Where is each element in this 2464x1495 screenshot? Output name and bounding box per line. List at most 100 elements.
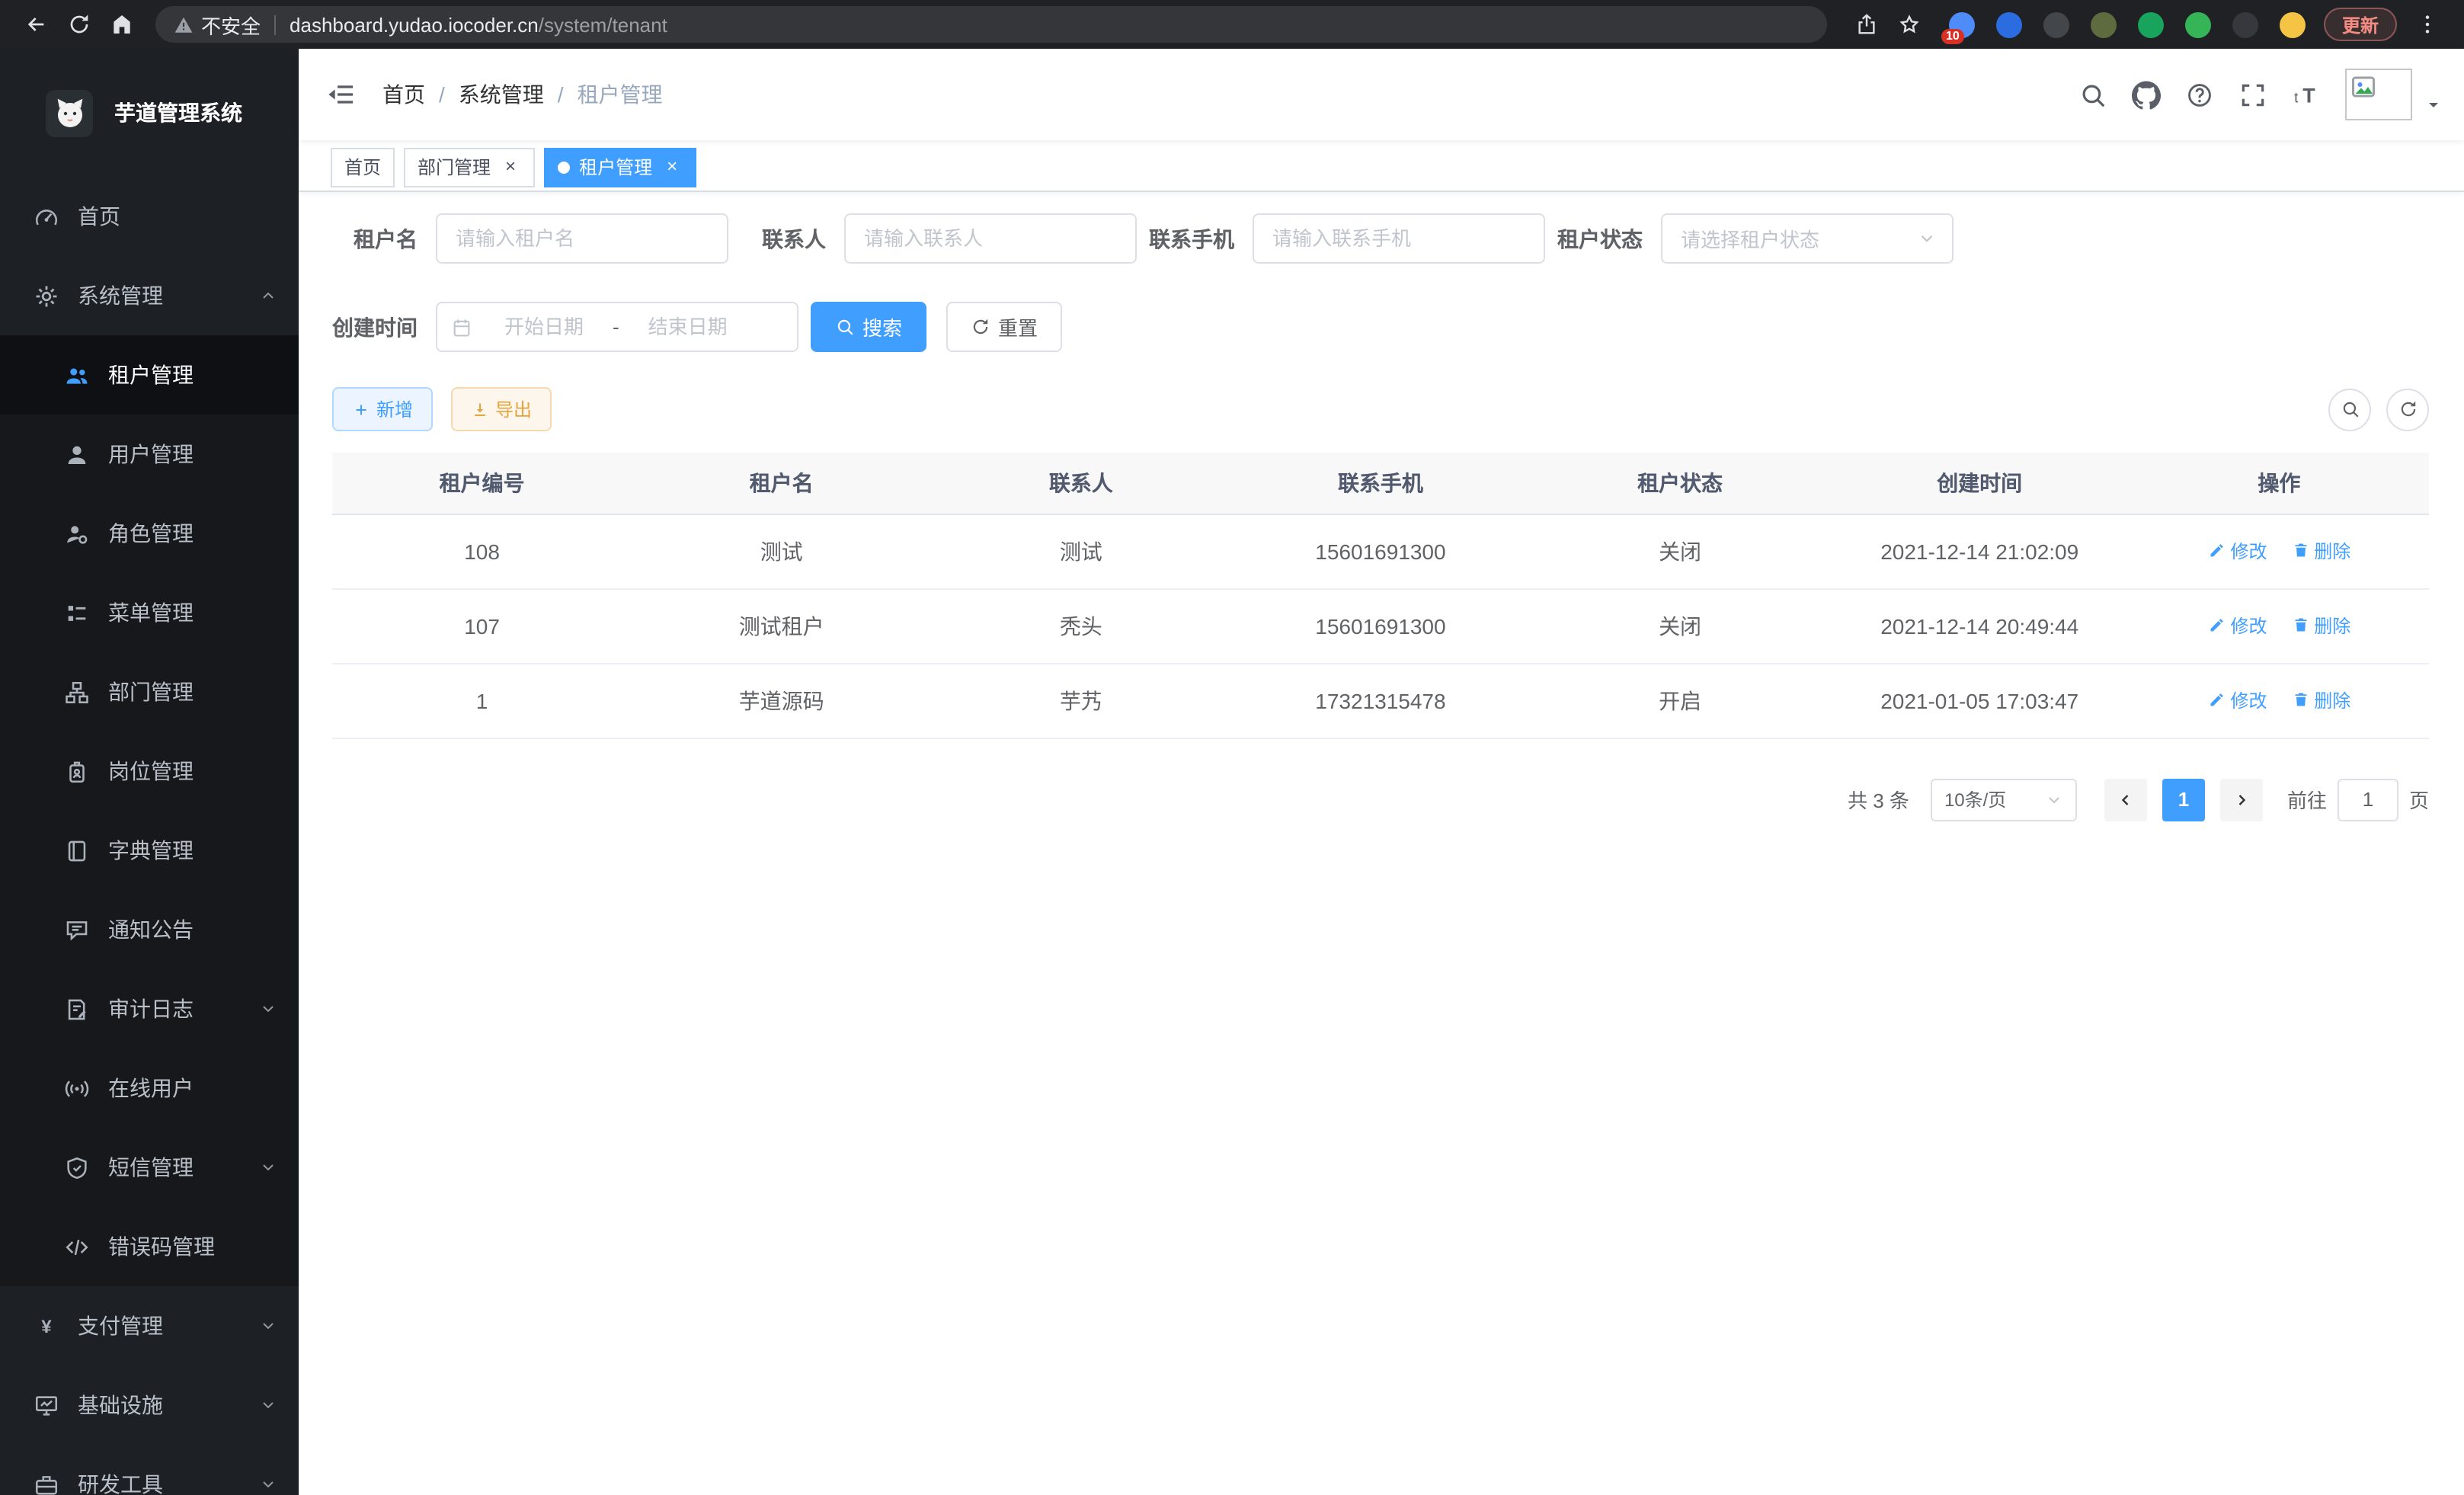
browser-reload-button[interactable] <box>58 3 101 46</box>
contact-phone-label: 联系手机 <box>1149 223 1253 254</box>
tenant-name-label: 租户名 <box>332 223 436 254</box>
cell-tenant-id: 108 <box>332 514 632 588</box>
contact-phone-input[interactable] <box>1253 213 1545 264</box>
page-size-select[interactable]: 10条/页 <box>1931 778 2077 821</box>
plus-icon <box>352 400 370 418</box>
extension-icon-6[interactable] <box>2185 11 2211 37</box>
next-page-button[interactable] <box>2220 778 2263 821</box>
export-button[interactable]: 导出 <box>451 387 552 431</box>
sidebar-item-user[interactable]: 用户管理 <box>0 415 299 494</box>
tenant-status-select[interactable]: 请选择租户状态 <box>1661 213 1954 264</box>
create-time-range-picker[interactable]: - <box>436 302 798 352</box>
extension-icon-8[interactable] <box>2280 11 2306 37</box>
close-tab-icon[interactable]: × <box>500 156 521 178</box>
chevron-up-icon <box>259 287 277 305</box>
extension-icon-7[interactable] <box>2232 11 2258 37</box>
chevron-down-icon <box>259 1396 277 1414</box>
reset-button[interactable]: 重置 <box>946 302 1062 352</box>
breadcrumb-home[interactable]: 首页 <box>382 79 425 110</box>
edit-link[interactable]: 修改 <box>2207 538 2267 564</box>
extensions-row: 10 <box>1949 11 2306 37</box>
browser-menu-kebab-icon[interactable] <box>2406 3 2449 46</box>
sidebar-item-audit-log[interactable]: 审计日志 <box>0 969 299 1048</box>
breadcrumb-system[interactable]: 系统管理 <box>459 79 544 110</box>
fullscreen-icon[interactable] <box>2238 80 2267 109</box>
delete-link[interactable]: 删除 <box>2291 538 2350 564</box>
code-icon <box>64 1234 90 1260</box>
sidebar-item-online-user[interactable]: 在线用户 <box>0 1048 299 1128</box>
tab-home[interactable]: 首页 <box>331 147 395 187</box>
sidebar-item-home[interactable]: 首页 <box>0 177 299 256</box>
extension-icon-4[interactable] <box>2091 11 2117 37</box>
sidebar-item-tenant[interactable]: 租户管理 <box>0 335 299 415</box>
sidebar-item-error-code[interactable]: 错误码管理 <box>0 1207 299 1286</box>
refresh-table-button[interactable] <box>2386 388 2429 431</box>
refresh-icon <box>2398 399 2418 419</box>
close-tab-icon[interactable]: × <box>661 156 683 178</box>
prev-page-button[interactable] <box>2104 778 2147 821</box>
sidebar-fold-icon[interactable] <box>326 79 357 110</box>
sidebar-item-menu[interactable]: 菜单管理 <box>0 573 299 652</box>
github-icon[interactable] <box>2132 80 2161 109</box>
extension-icon-1[interactable]: 10 <box>1949 11 1975 37</box>
sidebar-item-system[interactable]: 系统管理 <box>0 256 299 335</box>
extension-icon-3[interactable] <box>2043 11 2069 37</box>
sidebar-item-notice[interactable]: 通知公告 <box>0 890 299 969</box>
end-date-input[interactable] <box>622 315 754 338</box>
start-date-input[interactable] <box>478 315 610 338</box>
goto-page-input[interactable] <box>2338 778 2398 821</box>
bookmark-star-icon[interactable] <box>1888 3 1931 46</box>
sidebar-item-sms[interactable]: 短信管理 <box>0 1128 299 1207</box>
avatar-caret-down-icon[interactable] <box>2424 96 2443 114</box>
user-avatar[interactable] <box>2345 69 2412 120</box>
delete-link[interactable]: 删除 <box>2291 687 2350 713</box>
edit-link[interactable]: 修改 <box>2207 687 2267 713</box>
cell-contact: 测试 <box>931 514 1230 588</box>
sidebar-item-infra[interactable]: 基础设施 <box>0 1365 299 1445</box>
sidebar-item-dev-tool[interactable]: 研发工具 <box>0 1445 299 1495</box>
edit-link[interactable]: 修改 <box>2207 613 2267 639</box>
cell-actions: 修改 删除 <box>2130 588 2429 663</box>
screen: 不安全 dashboard.yudao.iocoder.cn /system/t… <box>0 0 2464 1495</box>
active-tab-dot <box>558 161 570 173</box>
browser-home-button[interactable] <box>101 3 143 46</box>
search-button[interactable]: 搜索 <box>811 302 926 352</box>
download-icon <box>471 400 489 418</box>
breadcrumb-tenant[interactable]: 租户管理 <box>578 79 663 110</box>
extension-icon-5[interactable] <box>2138 11 2164 37</box>
not-secure-label[interactable]: 不安全 <box>201 10 261 39</box>
tab-dept[interactable]: 部门管理 × <box>404 147 535 187</box>
table-column-header: 联系人 <box>931 453 1230 514</box>
date-range-separator: - <box>610 315 622 338</box>
address-bar[interactable]: 不安全 dashboard.yudao.iocoder.cn /system/t… <box>155 6 1827 43</box>
share-icon[interactable] <box>1845 3 1888 46</box>
extension-icon-2[interactable] <box>1996 11 2022 37</box>
contact-input[interactable] <box>844 213 1137 264</box>
sidebar-item-role[interactable]: 角色管理 <box>0 494 299 573</box>
browser-update-button[interactable]: 更新 <box>2324 8 2397 41</box>
tab-tenant[interactable]: 租户管理 × <box>544 147 696 187</box>
toggle-search-button[interactable] <box>2328 388 2371 431</box>
edit-pencil-icon <box>2207 616 2226 635</box>
sidebar-item-post[interactable]: 岗位管理 <box>0 731 299 811</box>
cell-phone: 17321315478 <box>1230 663 1530 738</box>
sidebar-item-dept[interactable]: 部门管理 <box>0 652 299 731</box>
search-icon[interactable] <box>2078 80 2107 109</box>
cell-tenant-id: 1 <box>332 663 632 738</box>
sidebar-item-dict[interactable]: 字典管理 <box>0 811 299 890</box>
table-row: 1 芋道源码 芋艿 17321315478 开启 2021-01-05 17:0… <box>332 663 2429 738</box>
cell-created-time: 2021-01-05 17:03:47 <box>1830 663 2130 738</box>
help-icon[interactable] <box>2185 80 2214 109</box>
font-size-icon[interactable] <box>2292 80 2321 109</box>
table-column-header: 租户编号 <box>332 453 632 514</box>
page-number-button[interactable]: 1 <box>2162 778 2205 821</box>
browser-back-button[interactable] <box>15 3 58 46</box>
cell-created-time: 2021-12-14 20:49:44 <box>1830 588 2130 663</box>
broken-image-icon <box>2350 73 2377 101</box>
cell-status: 关闭 <box>1531 514 1830 588</box>
cell-tenant-name: 测试 <box>632 514 931 588</box>
sidebar-item-pay[interactable]: 支付管理 <box>0 1286 299 1365</box>
tenant-name-input[interactable] <box>436 213 728 264</box>
add-button[interactable]: 新增 <box>332 387 433 431</box>
delete-link[interactable]: 删除 <box>2291 613 2350 639</box>
